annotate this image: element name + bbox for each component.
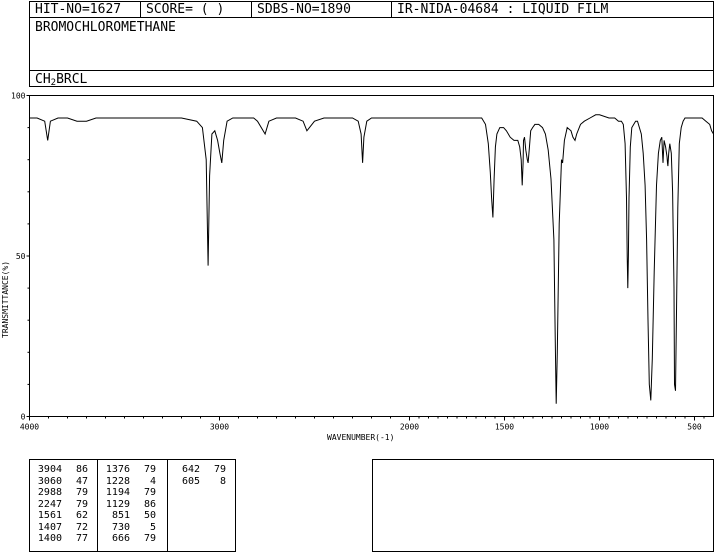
peak-wavenumber: 1376 [105,464,130,475]
y-axis: 0 50 100 [11,92,30,422]
peak-wavenumber: 605 [181,475,200,487]
header-info-row: HIT-NO=1627 SCORE= ( ) SDBS-NO=1890 IR-N… [30,2,713,18]
peak-transmittance: 8 [219,475,226,487]
peak-transmittance: 79 [143,464,156,475]
x-tick-label: 2000 [400,423,419,432]
peak-transmittance: 72 [75,521,88,533]
peak-transmittance: 86 [143,498,156,510]
peak-table-column: 642 79 605 8 [167,460,237,551]
peak-transmittance: 79 [143,487,156,498]
peak-table-column: 1376 79 1228 4 1194 79 1129 86 851 50 730 5 666 79 [97,460,167,551]
y-tick-label: 50 [16,252,26,261]
y-axis-label: TRANSMITTANCE(%) [1,261,10,338]
hit-number: HIT-NO=1627 [35,2,122,17]
peak-wavenumber: 3904 [37,464,62,475]
score-field: SCORE= ( ) [140,2,250,17]
peak-wavenumber: 1407 [37,521,62,533]
peak-wavenumber: 666 [111,533,130,544]
ir-code: IR-NIDA-04684 : LIQUID FILM [391,2,715,17]
plot-frame [29,95,714,417]
x-tick-label: 3000 [210,423,229,432]
sdbs-number: SDBS-NO=1890 [251,2,391,17]
y-tick-label: 100 [11,92,26,101]
peak-transmittance: 79 [213,464,226,475]
formula-divider [30,70,713,71]
spectrum-line [29,114,714,404]
x-axis-label: WAVENUMBER(-1) [327,433,394,442]
peak-wavenumber: 2247 [37,498,62,510]
y-tick-label: 0 [21,413,26,422]
comment-box [372,459,714,552]
peak-wavenumber: 730 [111,521,130,533]
peak-transmittance: 79 [75,487,88,498]
peak-transmittance: 86 [75,464,88,475]
peak-wavenumber: 1400 [37,533,62,544]
ir-spectrum-chart: 0 50 100 4000 3000 2000 1500 1000 500 WAVENUMBE… [1,92,714,442]
peak-wavenumber: 1228 [105,475,130,487]
peak-wavenumber: 851 [111,510,130,521]
x-tick-label: 1000 [590,423,609,432]
peak-table-column: 3904 86 3060 47 2988 79 2247 79 1561 62 1407 72 1400… [30,460,97,551]
peak-wavenumber: 1129 [105,498,130,510]
spectrum-header: HIT-NO=1627 SCORE= ( ) SDBS-NO=1890 IR-N… [29,1,714,88]
peak-table: 3904 86 3060 47 2988 79 2247 79 1561 62 1407 72 1400… [29,459,236,552]
x-tick-label: 1500 [495,423,514,432]
x-tick-label: 500 [687,423,702,432]
peak-transmittance: 79 [75,498,88,510]
peak-wavenumber: 3060 [37,475,62,487]
peak-wavenumber: 1194 [105,487,130,498]
peak-transmittance: 4 [149,475,156,487]
peak-transmittance: 47 [75,475,88,487]
peak-wavenumber: 2988 [37,487,62,498]
peak-transmittance: 62 [75,510,88,521]
peak-transmittance: 50 [143,510,156,521]
x-tick-label: 4000 [20,423,39,432]
peak-transmittance: 79 [143,533,156,544]
x-axis: 4000 3000 2000 1500 1000 500 [20,416,705,432]
peak-transmittance: 5 [149,521,156,533]
peak-wavenumber: 1561 [37,510,62,521]
peak-transmittance: 77 [75,533,88,544]
compound-name: BROMOCHLOROMETHANE [35,20,176,35]
peak-wavenumber: 642 [181,464,200,475]
